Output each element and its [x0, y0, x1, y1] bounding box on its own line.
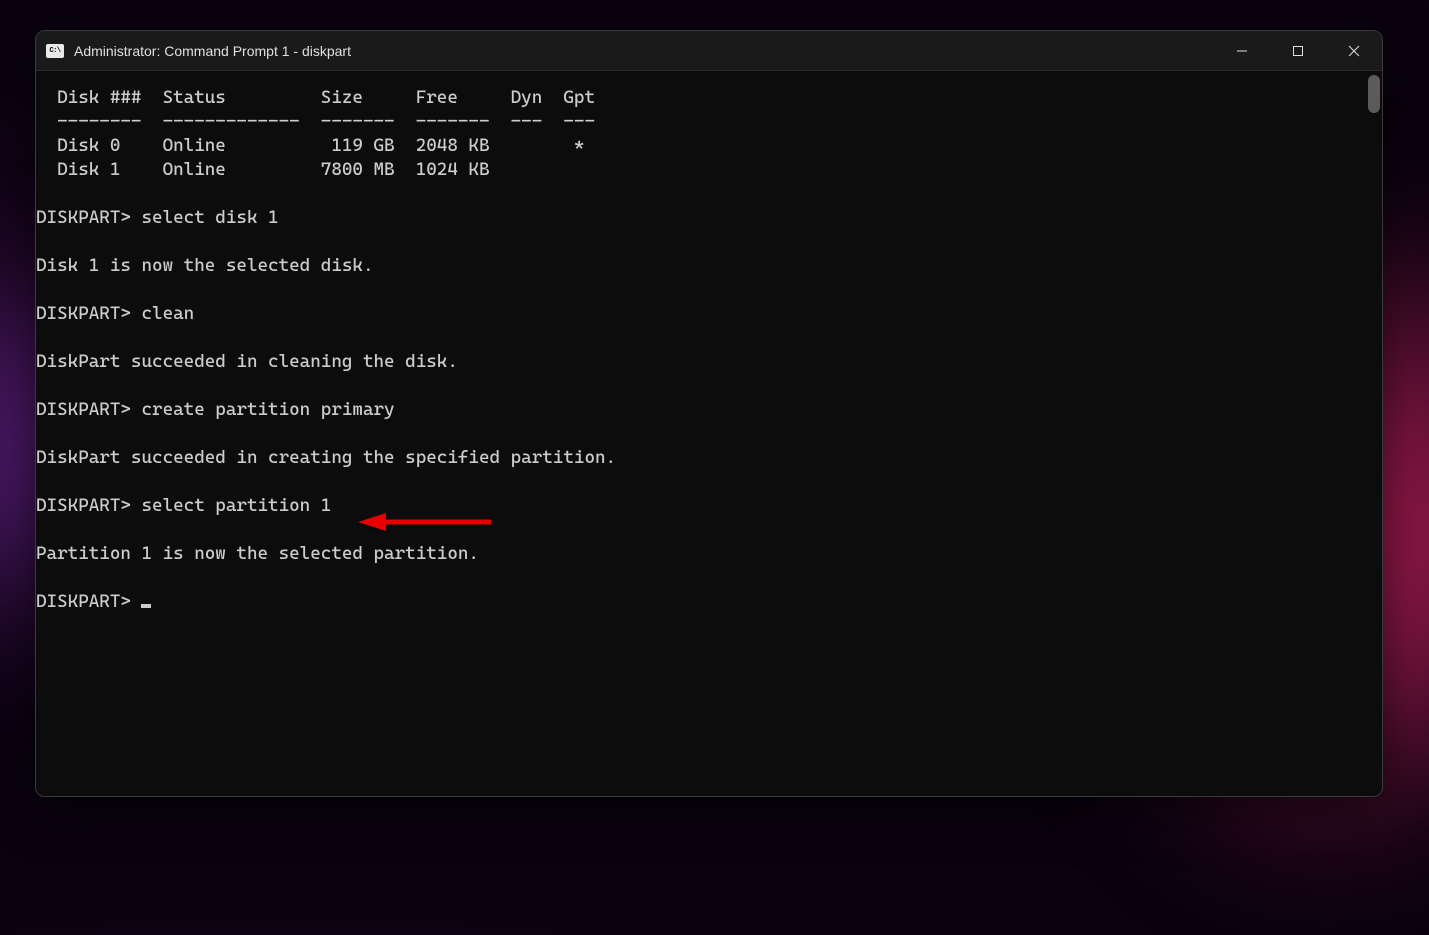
- close-button[interactable]: [1326, 31, 1382, 70]
- cmd-icon: C:\: [46, 44, 64, 58]
- scrollbar[interactable]: [1368, 75, 1380, 792]
- minimize-button[interactable]: [1214, 31, 1270, 70]
- window-controls: [1214, 31, 1382, 70]
- maximize-button[interactable]: [1270, 31, 1326, 70]
- terminal-body[interactable]: Disk ### Status Size Free Dyn Gpt ------…: [36, 71, 1382, 796]
- window-title: Administrator: Command Prompt 1 - diskpa…: [74, 43, 1214, 59]
- terminal-cursor: [141, 604, 151, 608]
- terminal-content: Disk ### Status Size Free Dyn Gpt ------…: [36, 86, 1382, 614]
- annotation-arrow-icon: [356, 510, 496, 534]
- scrollbar-thumb[interactable]: [1368, 75, 1380, 113]
- command-prompt-window: C:\ Administrator: Command Prompt 1 - di…: [35, 30, 1383, 797]
- titlebar[interactable]: C:\ Administrator: Command Prompt 1 - di…: [36, 31, 1382, 71]
